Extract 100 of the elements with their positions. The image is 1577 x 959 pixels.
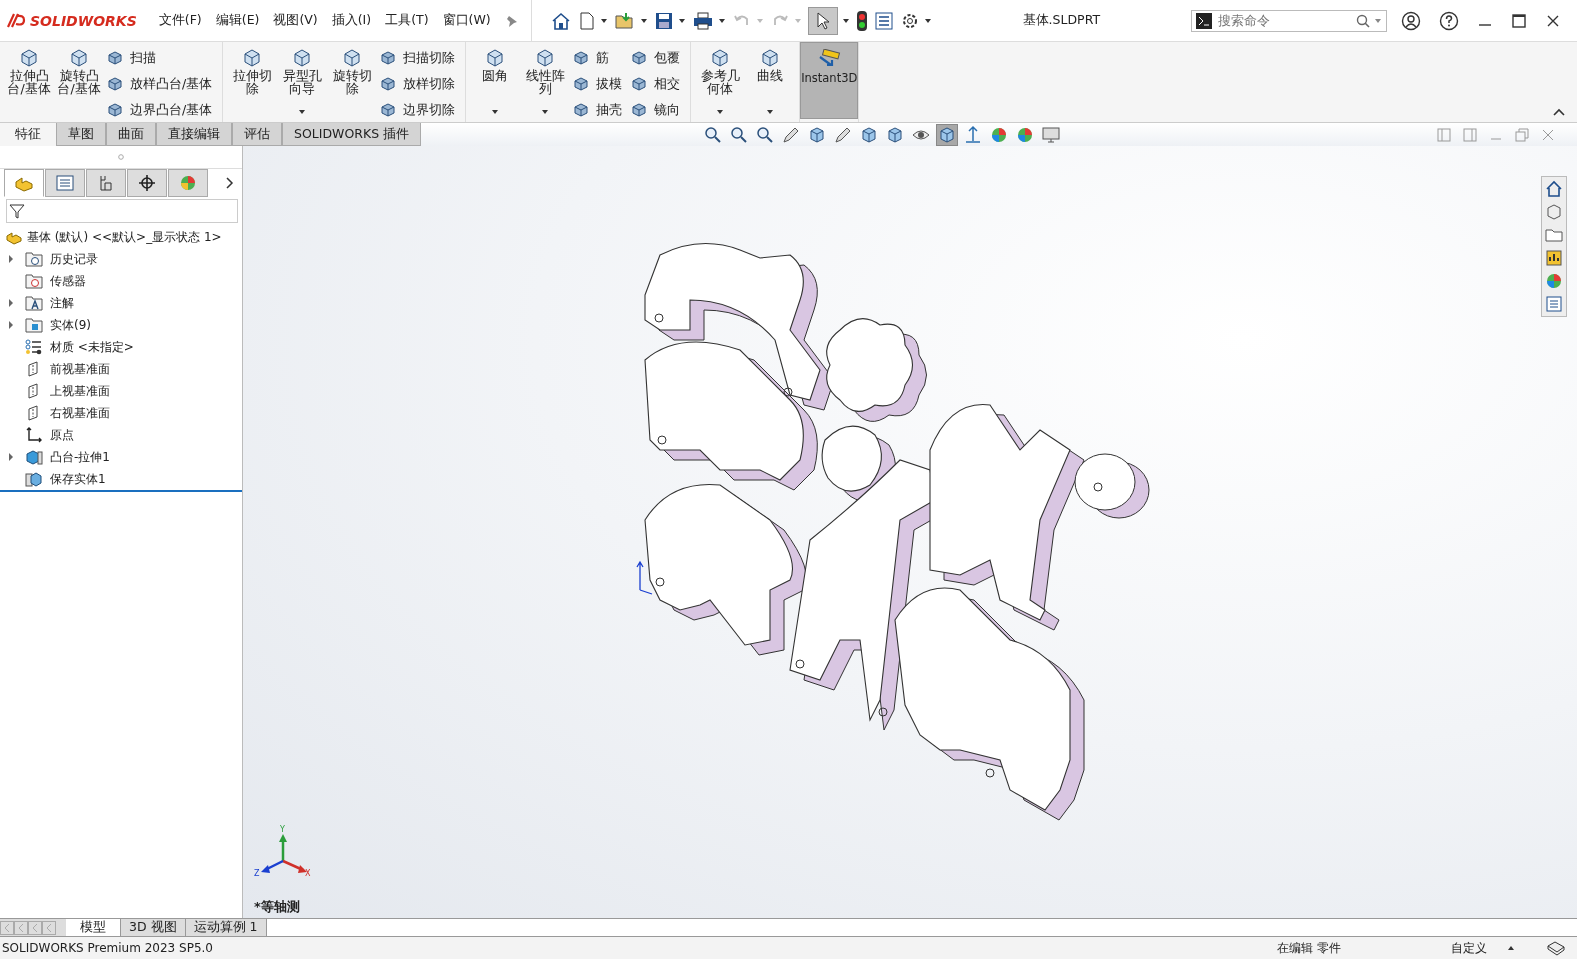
ribbon-button[interactable]: 相交 <box>630 73 685 95</box>
units-selector[interactable]: 自定义 <box>1451 939 1487 957</box>
tree-item[interactable]: 基体 (默认) <<默认>_显示状态 1> <box>27 228 222 246</box>
ribbon-button[interactable]: 旋转凸台/基体 <box>56 45 102 117</box>
ribbon-button[interactable]: 参考几何体 <box>697 45 744 117</box>
tree-item[interactable]: 传感器 <box>50 272 86 290</box>
menu-item[interactable]: 插入(I) <box>331 12 372 29</box>
menu-item[interactable]: 视图(V) <box>273 12 318 29</box>
menu-item[interactable]: 编辑(E) <box>215 12 260 29</box>
tree-item[interactable]: 凸台-拉伸1 <box>50 448 110 466</box>
window-title: 基体.SLDPRT <box>1021 12 1102 29</box>
tree-item[interactable]: 保存实体1 <box>50 470 106 488</box>
list-icon[interactable] <box>873 10 894 31</box>
menu-item[interactable]: 工具(T) <box>385 12 429 29</box>
instant3d-button[interactable]: Instant3D <box>800 42 859 119</box>
search-box[interactable]: 搜索命令 <box>1191 9 1387 32</box>
caret-icon[interactable] <box>639 17 648 24</box>
ribbon-button[interactable]: 扫描切除 <box>379 47 460 69</box>
tab[interactable]: 3D 视图 <box>121 919 186 936</box>
cube-icon[interactable] <box>937 124 958 145</box>
tab[interactable]: SOLIDWORKS 插件 <box>282 123 422 146</box>
view-label: *等轴测 <box>254 898 300 916</box>
origin-marker <box>636 560 653 595</box>
caret-icon[interactable] <box>717 17 726 24</box>
ribbon-button[interactable]: 圆角 <box>472 45 519 117</box>
part-icon <box>5 229 23 245</box>
search-icon[interactable] <box>1356 13 1370 28</box>
cube-icon[interactable] <box>1544 202 1564 222</box>
grip-icon[interactable] <box>118 154 124 160</box>
list-icon <box>55 174 75 192</box>
tab[interactable]: 曲面 <box>106 123 156 146</box>
expand-icon[interactable] <box>8 299 14 307</box>
ribbon-button[interactable]: 边界切除 <box>379 99 460 121</box>
select-button[interactable] <box>807 6 838 35</box>
caret-icon[interactable] <box>716 109 725 115</box>
ribbon-button[interactable]: 放样凸台/基体 <box>106 73 217 95</box>
collapse-icon[interactable] <box>1553 108 1565 116</box>
caret-icon[interactable] <box>491 109 500 115</box>
cube-icon <box>630 49 649 67</box>
filter-field[interactable] <box>6 199 238 223</box>
list-icon[interactable] <box>1544 294 1564 314</box>
caret-icon[interactable] <box>599 17 608 24</box>
help-icon[interactable] <box>1439 10 1459 31</box>
ribbon-button[interactable]: 拉伸凸台/基体 <box>6 45 52 117</box>
tab[interactable]: 直接编辑 <box>156 123 232 146</box>
ribbon-button[interactable]: 拔模 <box>572 73 627 95</box>
expand-icon[interactable] <box>8 453 14 461</box>
menu-item[interactable]: 文件(F) <box>158 12 202 29</box>
ribbon-button[interactable]: 扫描 <box>106 47 217 69</box>
caret-icon[interactable] <box>298 109 307 115</box>
caret-icon[interactable] <box>677 17 686 24</box>
ribbon-button[interactable]: 抽壳 <box>572 99 627 121</box>
menu-item[interactable]: 窗口(W) <box>442 12 491 29</box>
tree-item[interactable]: 历史记录 <box>50 250 98 268</box>
account-icon[interactable] <box>1401 10 1421 31</box>
tab[interactable]: 草图 <box>56 123 106 146</box>
chart-icon[interactable] <box>1544 248 1564 268</box>
tree-item[interactable]: 原点 <box>50 426 74 444</box>
pin-icon[interactable] <box>504 13 519 28</box>
ribbon-button[interactable]: 曲线 <box>747 45 794 117</box>
save-icon[interactable] <box>653 10 674 31</box>
ribbon-button[interactable]: 拉伸切除 <box>229 45 276 117</box>
tree-item[interactable]: 注解 <box>50 294 74 312</box>
expand-icon[interactable] <box>8 321 14 329</box>
search-field[interactable]: 搜索命令 <box>1216 12 1352 29</box>
caret-icon[interactable] <box>766 109 775 115</box>
rebuild-icon[interactable] <box>1545 940 1567 956</box>
sphere-icon[interactable] <box>1544 271 1564 291</box>
home-icon[interactable] <box>1544 179 1564 199</box>
maximize-icon[interactable] <box>1511 12 1527 29</box>
caret-icon[interactable] <box>923 17 932 24</box>
ribbon-button[interactable]: 镜向 <box>630 99 685 121</box>
traffic-light-icon[interactable] <box>855 9 868 32</box>
tree-item[interactable]: 前视基准面 <box>50 360 110 378</box>
expand-icon[interactable] <box>8 255 14 263</box>
ribbon-button[interactable]: 旋转切除 <box>329 45 376 117</box>
tree-item[interactable]: 右视基准面 <box>50 404 110 422</box>
caret-icon[interactable] <box>841 17 850 24</box>
tab[interactable]: 特征 <box>0 123 56 146</box>
ribbon-button[interactable]: 包覆 <box>630 47 685 69</box>
folder-icon <box>25 251 43 267</box>
tree-item[interactable]: 实体(9) <box>50 316 91 334</box>
ribbon-button[interactable]: 异型孔向导 <box>279 45 326 117</box>
ribbon-button[interactable]: 线性阵列 <box>522 45 569 117</box>
tab[interactable]: 运动算例 1 <box>185 919 267 936</box>
caret-up-icon[interactable] <box>1507 945 1515 951</box>
tree-item[interactable]: 材质 <未指定> <box>50 338 134 356</box>
monitor-icon[interactable] <box>1041 124 1062 145</box>
tab[interactable]: 评估 <box>232 123 282 146</box>
tree-item[interactable]: 上视基准面 <box>50 382 110 400</box>
caret-icon[interactable] <box>541 109 550 115</box>
cube-icon <box>106 49 124 67</box>
print-icon[interactable] <box>691 10 714 31</box>
status-text: 在编辑 零件 <box>1277 939 1341 957</box>
ribbon-button[interactable]: 边界凸台/基体 <box>106 99 217 121</box>
cube-icon <box>68 47 90 69</box>
ribbon-button[interactable]: 筋 <box>572 47 627 69</box>
panel-tab[interactable] <box>127 169 167 197</box>
ribbon-button[interactable]: 放样切除 <box>379 73 460 95</box>
chevron-right-icon[interactable] <box>224 177 234 189</box>
